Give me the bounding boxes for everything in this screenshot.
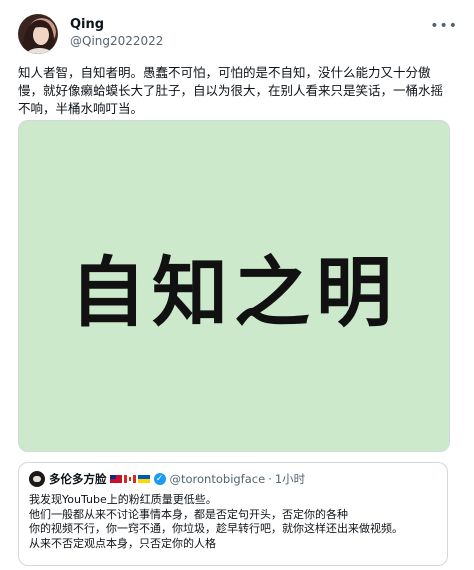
author-names: Qing @Qing2022022: [70, 16, 163, 50]
tweet[interactable]: Qing @Qing2022022 ••• 知人者智，自知者明。愚蠢不可怕，可怕…: [0, 0, 474, 570]
quoted-text-line: 我发现YouTube上的粉红质量更低些。: [29, 493, 217, 506]
canada-flag-icon: [123, 475, 136, 483]
avatar-image: [22, 20, 55, 54]
quoted-text-line: 你的视频不行，你一窍不通，你垃圾，趁早转行吧，就你这样还出来做视频。: [29, 522, 403, 535]
quoted-tweet-text: 我发现YouTube上的粉红质量更低些。 他们一般都从来不讨论事情本身，都是否定…: [29, 493, 437, 551]
quoted-display-name[interactable]: 多伦多方脸: [49, 471, 107, 487]
author-display-name[interactable]: Qing: [70, 16, 163, 33]
avatar[interactable]: [18, 14, 58, 54]
tweet-image[interactable]: 自知之明: [18, 120, 450, 452]
quoted-tweet-header: 多伦多方脸 ✓ @torontobigface · 1小时: [29, 469, 437, 489]
ukraine-flag-icon: [137, 475, 150, 483]
separator-dot: ·: [268, 472, 272, 486]
taiwan-flag-icon: [109, 475, 122, 483]
quoted-avatar[interactable]: [29, 471, 45, 487]
quoted-handle[interactable]: @torontobigface: [170, 472, 266, 486]
author-handle[interactable]: @Qing2022022: [70, 33, 163, 50]
quoted-text-line: 他们一般都从来不讨论事情本身，都是否定句开头，否定你的各种: [29, 507, 348, 521]
quoted-text-line: 从来不否定观点本身，只否定你的人格: [29, 536, 216, 550]
image-caption: 自知之明: [70, 248, 398, 337]
quoted-tweet[interactable]: 多伦多方脸 ✓ @torontobigface · 1小时 我发现YouTube…: [18, 462, 448, 566]
verified-badge-icon: ✓: [153, 473, 166, 485]
quoted-timestamp[interactable]: 1小时: [275, 471, 305, 487]
tweet-text: 知人者智，自知者明。愚蠢不可怕，可怕的是不自知，没什么能力又十分傲慢，就好像癞蛤…: [18, 65, 444, 116]
tweet-header: Qing @Qing2022022 •••: [18, 14, 458, 54]
more-horizontal-icon[interactable]: •••: [430, 18, 458, 34]
